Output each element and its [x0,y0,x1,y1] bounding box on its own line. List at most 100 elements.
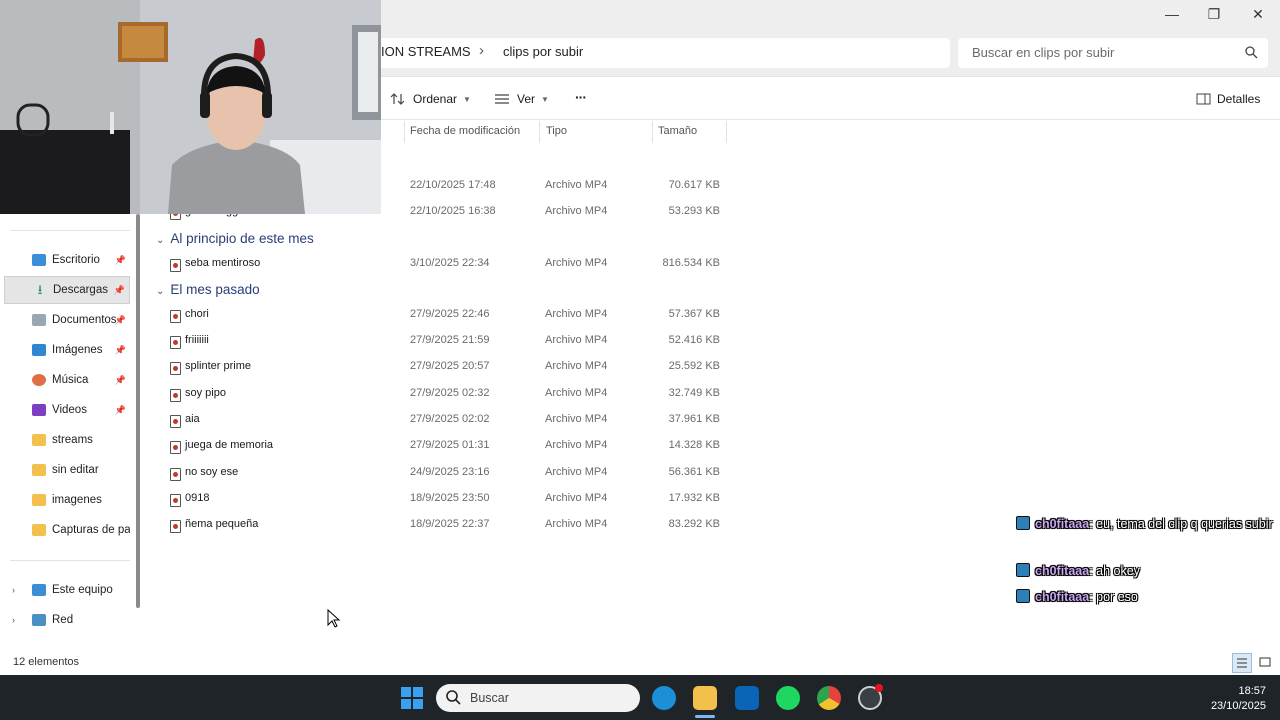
video-file-icon [170,336,181,349]
sort-button[interactable]: Ordenar ▼ [390,90,471,108]
file-row[interactable]: aia 27/9/2025 02:02 Archivo MP4 37.961 KB [150,408,730,434]
folder-icon [32,524,46,536]
sidebar-item-capturas[interactable]: Capturas de par [4,516,130,544]
system-clock[interactable]: 18:57 23/10/2025 [1211,684,1266,714]
spotify-icon[interactable] [776,686,800,710]
sidebar-item-red[interactable]: › Red [4,606,130,634]
file-size: 17.932 KB [668,492,720,504]
windows-start-icon[interactable] [400,686,424,710]
video-file-icon [170,520,181,533]
view-label: Ver [517,92,536,106]
sidebar-item-este-equipo[interactable]: › Este equipo [4,576,130,604]
file-type: Archivo MP4 [545,334,608,346]
close-button[interactable]: ✕ [1236,0,1280,28]
breadcrumb-separator-icon: › [479,42,484,59]
sidebar-item-label: Música [52,374,89,386]
file-type: Archivo MP4 [545,387,608,399]
webcam-image [0,0,381,214]
details-label: Detalles [1217,92,1261,106]
pin-icon: 📌 [113,284,125,295]
file-date: 24/9/2025 23:16 [410,466,490,478]
file-row[interactable]: juega de memoria 27/9/2025 01:31 Archivo M… [150,434,730,460]
more-options-button[interactable]: ··· [575,89,587,105]
file-row[interactable]: no soy ese 24/9/2025 23:16 Archivo MP4 56.3… [150,461,730,487]
file-type: Archivo MP4 [545,205,608,217]
file-row[interactable]: 0918 18/9/2025 23:50 Archivo MP4 17.932 KB [150,487,730,513]
column-header-size[interactable]: Tamaño [658,125,697,137]
column-separator[interactable] [652,121,653,143]
edge-icon[interactable] [652,686,676,710]
breadcrumb-clips-por-subir[interactable]: clips por subir [503,44,583,59]
taskbar-search-input[interactable] [436,684,640,712]
outlook-icon[interactable] [735,686,759,710]
search-icon [446,690,461,705]
file-name: seba mentiroso [185,257,261,269]
file-row[interactable]: seba mentiroso 3/10/2025 22:34 Archivo MP4… [150,252,730,278]
chat-username: ch0fitaaa [1035,564,1090,578]
column-separator[interactable] [539,121,540,143]
chat-text: : eu, tema del clip q querias subir [1089,517,1273,531]
file-size: 52.416 KB [668,334,720,346]
pin-icon: 📌 [114,404,126,415]
sidebar-item-sin-editar[interactable]: sin editar [4,456,130,484]
column-header-type[interactable]: Tipo [546,125,567,137]
details-pane-button[interactable]: Detalles [1196,90,1260,108]
chat-message: ch0fitaaa: por eso [1016,587,1278,608]
file-name: friiiiiii [185,334,209,346]
minimize-button[interactable]: — [1150,0,1194,28]
file-date: 3/10/2025 22:34 [410,257,490,269]
file-type: Archivo MP4 [545,439,608,451]
details-view-button[interactable] [1232,653,1252,673]
file-type: Archivo MP4 [545,360,608,372]
file-size: 25.592 KB [668,360,720,372]
clock-time: 18:57 [1238,685,1266,697]
file-date: 27/9/2025 21:59 [410,334,490,346]
search-icon[interactable] [1245,46,1258,59]
file-name: soy pipo [185,387,226,399]
video-file-icon [170,259,181,272]
desktop-icon [32,254,46,266]
column-header-date[interactable]: Fecha de modificación [410,125,520,137]
sidebar-item-descargas[interactable]: ⭳ Descargas 📌 [4,276,130,304]
file-row[interactable]: soy pipo 27/9/2025 02:32 Archivo MP4 32.749… [150,382,730,408]
sidebar-item-imagenes-folder[interactable]: imagenes [4,486,130,514]
sidebar-scrollbar[interactable] [136,214,140,608]
column-separator[interactable] [404,121,405,143]
computer-icon [32,584,46,596]
file-row[interactable]: ñema pequeña 18/9/2025 22:37 Archivo MP4 83… [150,513,730,539]
chrome-icon[interactable] [817,686,841,710]
file-type: Archivo MP4 [545,257,608,269]
chevron-down-icon[interactable]: ⌄ [156,235,164,246]
sidebar-item-label: Escritorio [52,254,100,266]
search-placeholder: Buscar en clips por subir [972,45,1115,60]
sidebar-item-streams[interactable]: streams [4,426,130,454]
view-button[interactable]: Ver ▼ [494,90,549,108]
chat-badge-icon [1016,589,1030,603]
chevron-down-icon: ▼ [463,94,471,104]
column-separator[interactable] [726,121,727,143]
chevron-right-icon[interactable]: › [12,585,15,595]
file-explorer-icon[interactable] [693,686,717,710]
file-row[interactable]: chori 27/9/2025 22:46 Archivo MP4 57.367 KB [150,303,730,329]
file-row[interactable]: splinter prime 27/9/2025 20:57 Archivo MP4… [150,355,730,381]
sidebar-item-videos[interactable]: Videos 📌 [4,396,130,424]
group-header-last-month[interactable]: ⌄ El mes pasado [156,282,260,297]
breadcrumb-ion-streams[interactable]: ION STREAMS [381,44,471,59]
tiles-view-button[interactable] [1256,653,1276,673]
chat-message: ch0fitaaa: ah okey [1016,561,1278,582]
group-header-this-month[interactable]: ⌄ Al principio de este mes [156,231,314,246]
mouse-cursor-icon [327,609,341,628]
file-name: ñema pequeña [185,518,259,530]
sidebar-item-escritorio[interactable]: Escritorio 📌 [4,246,130,274]
file-row[interactable]: friiiiiii 27/9/2025 21:59 Archivo MP4 52.41… [150,329,730,355]
chevron-down-icon[interactable]: ⌄ [156,286,164,297]
list-view-icon [1237,658,1247,668]
sidebar-item-documentos[interactable]: Documentos 📌 [4,306,130,334]
file-name: aia [185,413,200,425]
sidebar-item-imagenes[interactable]: Imágenes 📌 [4,336,130,364]
sidebar-item-musica[interactable]: Música 📌 [4,366,130,394]
chat-text: : ah okey [1089,564,1140,578]
chevron-right-icon[interactable]: › [12,615,15,625]
restore-button[interactable]: ❐ [1192,0,1236,28]
file-name: splinter prime [185,360,252,372]
